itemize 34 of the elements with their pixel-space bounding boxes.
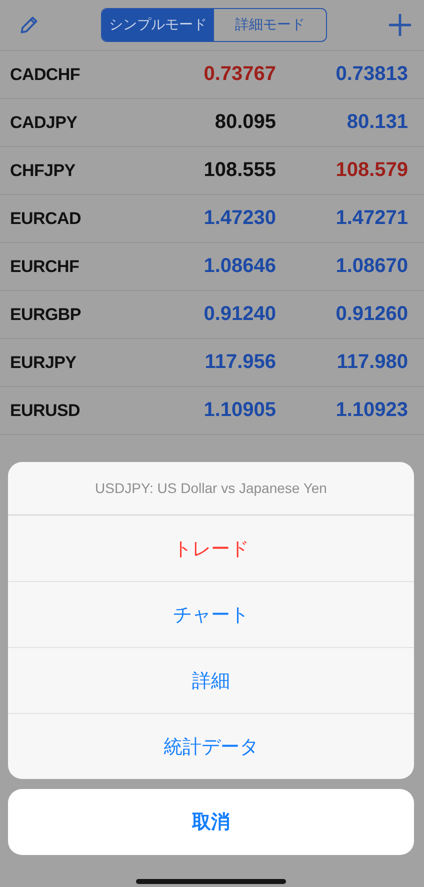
bid-price: 80.095 <box>214 111 276 134</box>
symbol-name: EURGBP <box>10 304 81 324</box>
symbol-name: CADCHF <box>10 64 80 84</box>
symbol-name: CADJPY <box>10 112 78 132</box>
bid-price: 108.555 <box>204 159 276 182</box>
sheet-title: USDJPY: US Dollar vs Japanese Yen <box>8 462 414 515</box>
mode-tab[interactable]: 詳細モード <box>214 9 326 41</box>
ask-price: 80.131 <box>346 111 408 134</box>
bid-price: 0.73767 <box>204 63 276 86</box>
ask-price: 108.579 <box>336 159 408 182</box>
bid-price: 1.47230 <box>204 207 276 230</box>
ask-price: 1.10923 <box>336 399 408 422</box>
cancel-button[interactable]: 取消 <box>8 789 414 855</box>
action-button[interactable]: 統計データ <box>8 713 414 779</box>
symbol-name: EURCHF <box>10 256 80 276</box>
ask-price: 0.73813 <box>336 63 408 86</box>
symbol-name: EURCAD <box>10 208 81 228</box>
ask-price: 1.08670 <box>336 255 408 278</box>
ask-price: 1.47271 <box>336 207 408 230</box>
bid-price: 117.956 <box>204 351 276 374</box>
mode-tab[interactable]: シンプルモード <box>102 9 214 41</box>
ask-price: 117.980 <box>336 351 408 374</box>
bid-price: 1.10905 <box>204 399 276 422</box>
symbol-name: EURUSD <box>10 400 80 420</box>
bid-price: 1.08646 <box>204 255 276 278</box>
plus-icon[interactable] <box>388 13 412 37</box>
bid-price: 0.91240 <box>204 303 276 326</box>
symbol-name: CHFJPY <box>10 160 76 180</box>
action-button[interactable]: チャート <box>8 581 414 647</box>
action-button[interactable]: トレード <box>8 515 414 581</box>
ask-price: 0.91260 <box>336 303 408 326</box>
pencil-icon[interactable] <box>18 14 40 36</box>
symbol-name: EURJPY <box>10 352 76 372</box>
action-button[interactable]: 詳細 <box>8 647 414 713</box>
